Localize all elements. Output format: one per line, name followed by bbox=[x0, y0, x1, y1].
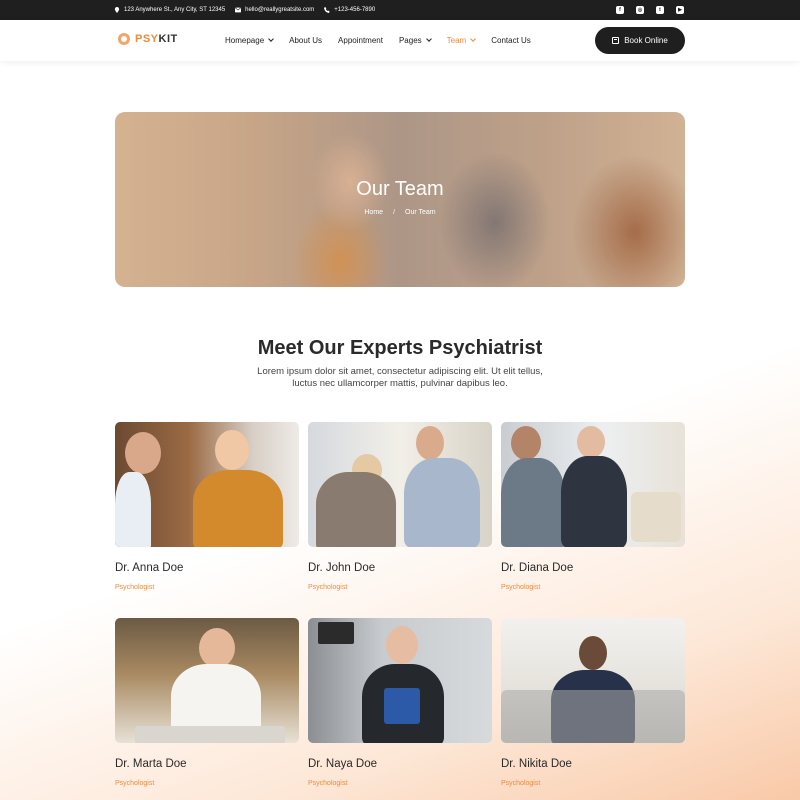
instagram-icon[interactable]: ◎ bbox=[636, 6, 644, 14]
main-nav: Homepage About Us Appointment Pages Team… bbox=[225, 20, 531, 61]
location-pin-icon bbox=[114, 7, 120, 13]
chevron-down-icon bbox=[470, 36, 477, 42]
team-photo[interactable] bbox=[501, 618, 685, 743]
book-online-button[interactable]: Book Online bbox=[595, 27, 685, 54]
team-member-name[interactable]: Dr. Diana Doe bbox=[501, 562, 573, 574]
section-title: Meet Our Experts Psychiatrist bbox=[257, 337, 543, 359]
page-hero-banner: Our Team Home / Our Team bbox=[115, 112, 685, 287]
nav-label: About Us bbox=[289, 36, 323, 45]
youtube-glyph: ▶ bbox=[678, 6, 682, 13]
logo-prefix: PSY bbox=[135, 33, 159, 45]
team-card[interactable]: Dr. John Doe Psychologist bbox=[308, 422, 492, 591]
team-member-name[interactable]: Dr. Naya Doe bbox=[308, 758, 377, 770]
nav-item-appointment[interactable]: Appointment bbox=[338, 36, 383, 45]
team-card[interactable]: Dr. Anna Doe Psychologist bbox=[115, 422, 299, 591]
nav-item-about-us[interactable]: About Us bbox=[289, 36, 322, 45]
nav-item-team[interactable]: Team bbox=[446, 36, 477, 45]
team-member-role: Psychologist bbox=[501, 780, 541, 787]
social-links: f ◎ t ▶ bbox=[616, 0, 684, 20]
instagram-glyph: ◎ bbox=[637, 6, 643, 13]
nav-item-contact-us[interactable]: Contact Us bbox=[491, 36, 531, 45]
team-photo[interactable] bbox=[308, 422, 492, 547]
logo[interactable]: PSYKIT bbox=[118, 33, 178, 45]
phone-item[interactable]: +123-456-7890 bbox=[324, 7, 375, 13]
address-text: 123 Anywhere St., Any City, ST 12345 bbox=[124, 7, 226, 13]
nav-item-homepage[interactable]: Homepage bbox=[225, 36, 274, 45]
logo-suffix: KIT bbox=[158, 33, 178, 45]
team-member-role: Psychologist bbox=[308, 780, 348, 787]
team-member-role: Psychologist bbox=[115, 780, 155, 787]
team-photo[interactable] bbox=[308, 618, 492, 743]
logo-text: PSYKIT bbox=[135, 33, 178, 45]
nav-label: Pages bbox=[398, 36, 422, 45]
address-item: 123 Anywhere St., Any City, ST 12345 bbox=[114, 7, 225, 13]
team-member-name[interactable]: Dr. Marta Doe bbox=[115, 758, 187, 770]
nav-label: Team bbox=[446, 36, 467, 45]
chevron-down-icon bbox=[425, 36, 432, 42]
youtube-icon[interactable]: ▶ bbox=[676, 6, 684, 14]
phone-icon bbox=[324, 7, 330, 13]
team-member-role: Psychologist bbox=[115, 584, 155, 591]
calendar-icon bbox=[612, 37, 620, 44]
team-member-name[interactable]: Dr. Nikita Doe bbox=[501, 758, 572, 770]
chevron-down-icon bbox=[268, 36, 274, 42]
nav-item-pages[interactable]: Pages bbox=[398, 36, 432, 45]
team-card[interactable]: Dr. Naya Doe Psychologist bbox=[308, 618, 492, 787]
breadcrumb-separator: / bbox=[393, 209, 396, 216]
book-online-label: Book Online bbox=[624, 36, 668, 45]
team-card[interactable]: Dr. Nikita Doe Psychologist bbox=[501, 618, 685, 787]
breadcrumb-home-link[interactable]: Home bbox=[364, 209, 383, 216]
twitter-glyph: t bbox=[659, 6, 661, 13]
email-item[interactable]: hello@reallygreatsite.com bbox=[235, 7, 314, 13]
breadcrumb: Home / Our Team bbox=[115, 209, 685, 216]
phone-text[interactable]: +123-456-7890 bbox=[334, 7, 375, 13]
section-description: Lorem ipsum dolor sit amet, consectetur … bbox=[257, 366, 543, 389]
team-member-role: Psychologist bbox=[308, 584, 348, 591]
facebook-glyph: f bbox=[619, 6, 621, 13]
team-card[interactable]: Dr. Marta Doe Psychologist bbox=[115, 618, 299, 787]
team-member-name[interactable]: Dr. Anna Doe bbox=[115, 562, 183, 574]
brain-logo-icon bbox=[118, 33, 130, 45]
breadcrumb-current: Our Team bbox=[405, 209, 436, 216]
twitter-icon[interactable]: t bbox=[656, 6, 664, 14]
team-photo[interactable] bbox=[115, 422, 299, 547]
team-photo[interactable] bbox=[501, 422, 685, 547]
main-header: PSYKIT Homepage About Us Appointment Pag… bbox=[0, 20, 800, 61]
email-text[interactable]: hello@reallygreatsite.com bbox=[245, 7, 314, 13]
contact-info: 123 Anywhere St., Any City, ST 12345 hel… bbox=[114, 0, 375, 20]
nav-label: Homepage bbox=[225, 36, 265, 45]
nav-label: Appointment bbox=[338, 36, 383, 45]
page-title: Our Team bbox=[356, 178, 444, 200]
team-member-name[interactable]: Dr. John Doe bbox=[308, 562, 375, 574]
mail-icon bbox=[235, 7, 242, 13]
team-member-role: Psychologist bbox=[501, 584, 541, 591]
top-contact-bar: 123 Anywhere St., Any City, ST 12345 hel… bbox=[0, 0, 800, 20]
team-photo[interactable] bbox=[115, 618, 299, 743]
nav-label: Contact Us bbox=[491, 36, 531, 45]
facebook-icon[interactable]: f bbox=[616, 6, 624, 14]
team-card[interactable]: Dr. Diana Doe Psychologist bbox=[501, 422, 685, 591]
